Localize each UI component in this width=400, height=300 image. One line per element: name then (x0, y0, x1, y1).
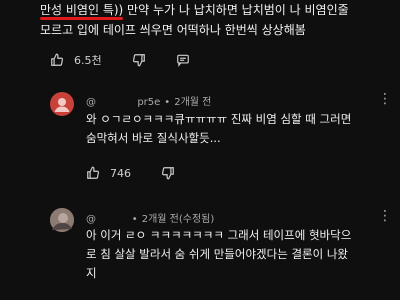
thumbs-down-icon[interactable] (132, 53, 146, 67)
thumbs-up-icon[interactable] (86, 166, 100, 180)
top-comment-line-1-rest: 만약 누가 나 납치하면 납치범이 나 비염인줄 (123, 3, 349, 17)
top-comment-line-1: 만성 비염인 특)) 만약 누가 나 납치하면 납치범이 나 비염인줄 (40, 0, 400, 20)
reply-like-count: 746 (110, 166, 131, 180)
reply-line-1: 와 ㅇㄱㄹㅇㅋㅋㅋ큐ㅠㅠㅠㅠ 진짜 비염 심할 때 그러면 (86, 112, 352, 126)
reply-line-2: 숨막혀서 바로 질식사할듯... (86, 131, 221, 145)
reply-icon[interactable] (176, 53, 190, 67)
reply-time: 2개월 전(수정됨) (141, 214, 215, 225)
thumbs-down-icon[interactable] (161, 166, 175, 180)
reply-author[interactable]: @ pr5e (86, 97, 160, 108)
more-vert-icon[interactable]: ⋮ (378, 207, 392, 225)
top-comment-line-2: 모르고 입에 테이프 씌우면 어떡하나 한번씩 상상해봄 (40, 23, 306, 37)
reply-actions: 746 (86, 166, 175, 180)
reply-line-1: 아 이거 ㄹㅇ ㅋㅋㅋㅋㅋㅋㅋ 그래서 테이프에 혓바닥으 (86, 228, 352, 242)
reply-line-2: 로 침 살살 발라서 숨 쉬게 만들어야겠다는 결론이 나왔 (86, 247, 349, 261)
top-comment-text: 만성 비염인 특)) 만약 누가 나 납치하면 납치범이 나 비염인줄 모르고 … (40, 0, 400, 40)
avatar-photo (50, 208, 74, 232)
reply-line-3: 지 (86, 266, 97, 280)
reply-author[interactable]: @ (86, 214, 128, 225)
more-vert-icon[interactable]: ⋮ (378, 90, 392, 108)
person-icon (54, 98, 70, 112)
avatar[interactable] (50, 208, 74, 232)
reply-time: 2개월 전 (174, 97, 212, 108)
top-like-count: 6.5천 (74, 54, 102, 67)
top-comment-actions: 6.5천 (50, 52, 190, 68)
thumbs-up-icon[interactable] (50, 53, 64, 67)
reply-body: 와 ㅇㄱㄹㅇㅋㅋㅋ큐ㅠㅠㅠㅠ 진짜 비염 심할 때 그러면 숨막혀서 바로 질식… (86, 110, 392, 148)
highlighted-text: 만성 비염인 특)) (40, 3, 124, 17)
reply-body: 아 이거 ㄹㅇ ㅋㅋㅋㅋㅋㅋㅋ 그래서 테이프에 혓바닥으 로 침 살살 발라서… (86, 226, 392, 283)
avatar[interactable] (50, 92, 74, 116)
reply-meta: @ pr5e • 2개월 전 (86, 97, 212, 108)
reply-meta: @ • 2개월 전(수정됨) (86, 214, 215, 225)
